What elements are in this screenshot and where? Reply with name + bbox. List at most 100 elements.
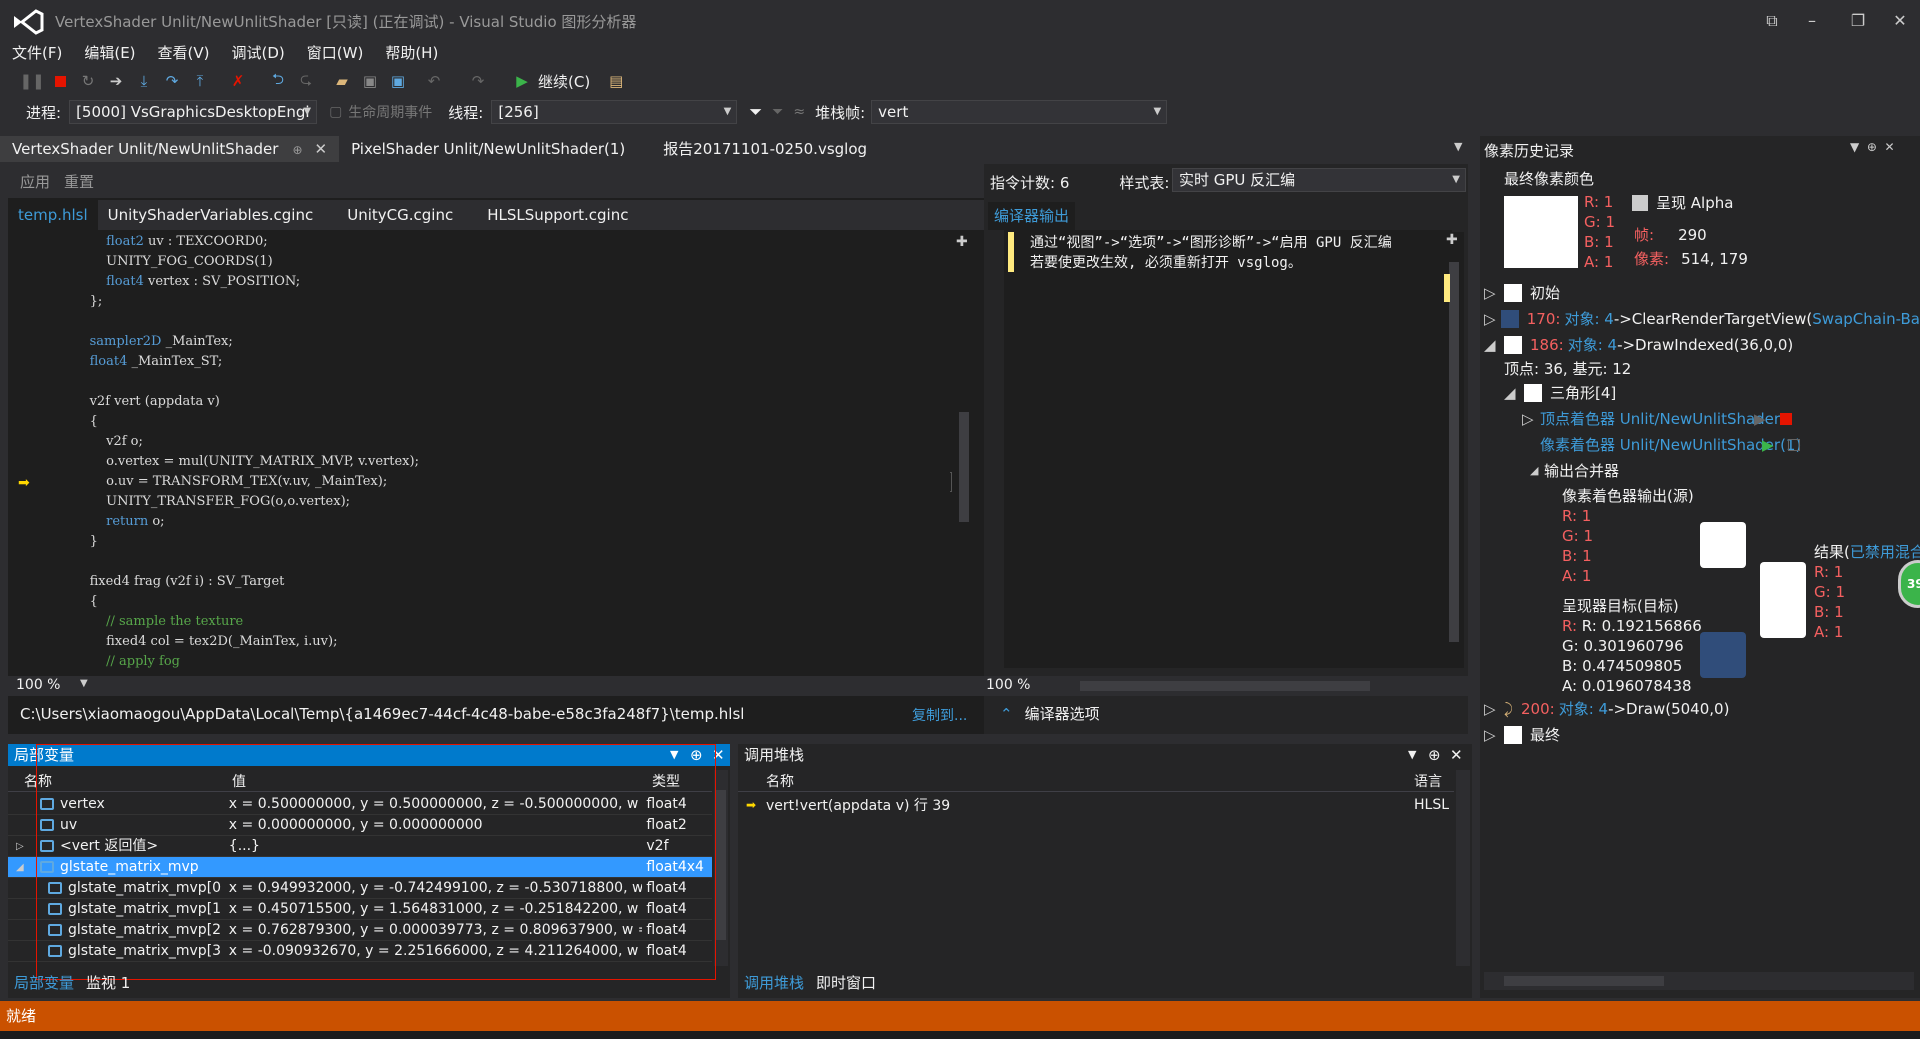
close-window-button[interactable]: ✕ (1880, 6, 1920, 36)
tab-list-dropdown-icon[interactable]: ▼ (1454, 140, 1462, 153)
code-line[interactable]: float2 uv : TEXCOORD0; (40, 232, 950, 252)
split-icon[interactable]: ✚ (1446, 232, 1458, 248)
code-line[interactable]: { (40, 592, 950, 612)
compiler-zoom-level[interactable]: 100 % (986, 677, 1030, 693)
close-tab-icon[interactable]: ✕ (315, 140, 328, 158)
locals-row[interactable]: glstate_matrix_mvp[2 x = 0.762879300, y =… (8, 920, 712, 941)
code-line[interactable]: fixed4 frag (v2f i) : SV_Target (40, 572, 950, 592)
locals-grid[interactable]: vertex x = 0.500000000, y = 0.500000000, … (8, 794, 712, 962)
event-186[interactable]: ◢ 186: 对象: 4 ->DrawIndexed(36,0,0) (1484, 332, 1920, 358)
vertex-shader-node[interactable]: ▷ 顶点着色器 Unlit/NewUnlitShader ▶ (1484, 406, 1920, 432)
code-line[interactable]: float4 _MainTex_ST; (40, 352, 950, 372)
tab-immediate-window[interactable]: 即时窗口 (810, 972, 882, 993)
thread-combo[interactable]: [256] ▼ (491, 100, 738, 124)
code-line[interactable]: }; (40, 292, 950, 312)
panel-menu-icon[interactable]: ▼ (670, 744, 678, 766)
continue-icon[interactable]: ▶ (510, 69, 534, 93)
code-line[interactable]: // apply fog (40, 652, 950, 672)
square-icon[interactable] (1787, 439, 1800, 451)
local-value[interactable]: x = -0.090932670, y = 2.251666000, z = 4… (225, 941, 643, 961)
tab-compiler-output[interactable]: 编译器输出 (988, 202, 1076, 230)
restart-icon[interactable]: ↻ (76, 69, 100, 93)
code-line[interactable]: } (40, 532, 950, 552)
code-view[interactable]: float2 uv : TEXCOORD0; UNITY_FOG_COORDS(… (40, 232, 950, 674)
code-line[interactable]: sampler2D _MainTex; (40, 332, 950, 352)
copy-to-link[interactable]: 复制到... (912, 705, 967, 725)
step-into-icon[interactable]: ⤓ (132, 69, 156, 93)
redo-icon[interactable]: ↷ (466, 69, 490, 93)
reset-button[interactable]: 重置 (64, 171, 94, 192)
locals-row[interactable]: glstate_matrix_mvp[3 x = -0.090932670, y … (8, 941, 712, 962)
code-line[interactable]: { (40, 412, 950, 432)
code-line[interactable]: o.uv = TRANSFORM_TEX(v.uv, _MainTex); (40, 472, 950, 492)
step-over-icon[interactable]: ↷ (160, 69, 184, 93)
filter-icon[interactable]: ⏷ (749, 102, 762, 122)
tab-watch-1[interactable]: 监视 1 (80, 972, 136, 993)
call-stack-vertical-scrollbar[interactable] (1456, 770, 1470, 966)
menu-help[interactable]: 帮助(H) (385, 42, 438, 63)
panel-menu-icon[interactable]: ▼ ⊕ ✕ (1850, 140, 1895, 154)
code-line[interactable]: UNITY_FOG_COORDS(1) (40, 252, 950, 272)
menu-edit[interactable]: 编辑(E) (84, 42, 135, 63)
pin-icon[interactable]: ⊕ (292, 143, 302, 157)
play-debug-icon[interactable]: ▶ (1762, 432, 1774, 458)
compiler-options-toggle[interactable]: ⌃ 编译器选项 (1000, 703, 1100, 724)
local-value[interactable]: x = 0.000000000, y = 0.000000000 (225, 815, 643, 835)
locals-row[interactable]: uv x = 0.000000000, y = 0.000000000 float2 (8, 815, 712, 836)
pin-icon[interactable]: ⊕ (690, 744, 703, 766)
code-line[interactable]: return o; (40, 512, 950, 532)
breakpoints-icon[interactable]: ✗ (226, 69, 250, 93)
stop-icon[interactable] (1779, 413, 1792, 425)
triangle-node[interactable]: ◢ 三角形[4] (1484, 380, 1920, 406)
call-stack-row[interactable]: ➡ vert!vert(appdata v) 行 39 HLSL (738, 794, 1454, 816)
compiler-vertical-scrollbar[interactable] (1444, 232, 1464, 668)
menu-debug[interactable]: 调试(D) (232, 42, 285, 63)
locals-row[interactable]: glstate_matrix_mvp[1 x = 0.450715500, y =… (8, 899, 712, 920)
code-line[interactable]: float4 vertex : SV_POSITION; (40, 272, 950, 292)
close-panel-icon[interactable]: ✕ (1450, 744, 1463, 766)
code-line[interactable] (40, 312, 950, 332)
menu-file[interactable]: 文件(F) (12, 42, 62, 63)
locals-row[interactable]: ◢ glstate_matrix_mvp float4x4 (8, 857, 712, 878)
show-next-statement-icon[interactable]: ➔ (104, 69, 128, 93)
graphics-capture-icon[interactable]: ▤ (604, 69, 628, 93)
event-initial[interactable]: ▷ 初始 (1484, 280, 1920, 306)
pixel-history-h-scrollbar[interactable] (1484, 972, 1914, 990)
output-merger-node[interactable]: ◢ 输出合并器 (1484, 458, 1920, 484)
zoom-level[interactable]: 100 % (16, 677, 60, 693)
menu-view[interactable]: 查看(V) (158, 42, 210, 63)
filter-clear-icon[interactable]: ⏷ (772, 104, 783, 120)
split-icon[interactable]: ✚ (956, 234, 968, 250)
local-value[interactable]: {...} (225, 836, 643, 856)
feedback-icon[interactable]: ⧉ (1752, 6, 1792, 36)
locals-vertical-scrollbar[interactable] (714, 770, 728, 966)
lifecycle-events-label[interactable]: 生命周期事件 (348, 102, 432, 122)
event-final[interactable]: ▷ 最终 (1484, 722, 1920, 748)
show-threads-icon[interactable]: ≈ (793, 104, 805, 120)
panel-menu-icon[interactable]: ▼ (1408, 744, 1416, 766)
step-out-icon[interactable]: ⤒ (188, 69, 212, 93)
tab-hlslsupport[interactable]: HLSLSupport.cginc (477, 200, 638, 230)
close-panel-icon[interactable]: ✕ (712, 744, 725, 766)
tab-temp-hlsl[interactable]: temp.hlsl (8, 200, 98, 230)
editor-vertical-scrollbar[interactable] (956, 232, 974, 674)
save-icon[interactable]: ▣ (358, 69, 382, 93)
stop-icon[interactable] (48, 69, 72, 93)
tab-locals[interactable]: 局部变量 (8, 972, 80, 993)
tab-unitycg[interactable]: UnityCG.cginc (337, 200, 463, 230)
event-200[interactable]: ▷ ⤸ 200: 对象: 4 ->Draw(5040,0) (1484, 696, 1920, 722)
code-line[interactable]: v2f vert (appdata v) (40, 392, 950, 412)
tab-pixelshader[interactable]: PixelShader Unlit/NewUnlitShader(1) (339, 136, 637, 162)
code-line[interactable]: v2f o; (40, 432, 950, 452)
pixel-shader-node[interactable]: 像素着色器 Unlit/NewUnlitShader(1) ▶ (1484, 432, 1920, 458)
process-combo[interactable]: [5000] VsGraphicsDesktopEngi ▼ (69, 100, 318, 124)
locals-row[interactable]: glstate_matrix_mvp[0 x = 0.949932000, y =… (8, 878, 712, 899)
code-line[interactable]: fixed4 col = tex2D(_MainTex, i.uv); (40, 632, 950, 652)
code-line[interactable] (40, 372, 950, 392)
menu-window[interactable]: 窗口(W) (307, 42, 364, 63)
local-value[interactable]: x = 0.762879300, y = 0.000039773, z = 0.… (225, 920, 643, 940)
local-value[interactable]: x = 0.949932000, y = -0.742499100, z = -… (225, 878, 643, 898)
undo-icon[interactable]: ↶ (422, 69, 446, 93)
local-value[interactable] (225, 857, 643, 877)
continue-button[interactable]: 继续(C) (538, 71, 590, 92)
